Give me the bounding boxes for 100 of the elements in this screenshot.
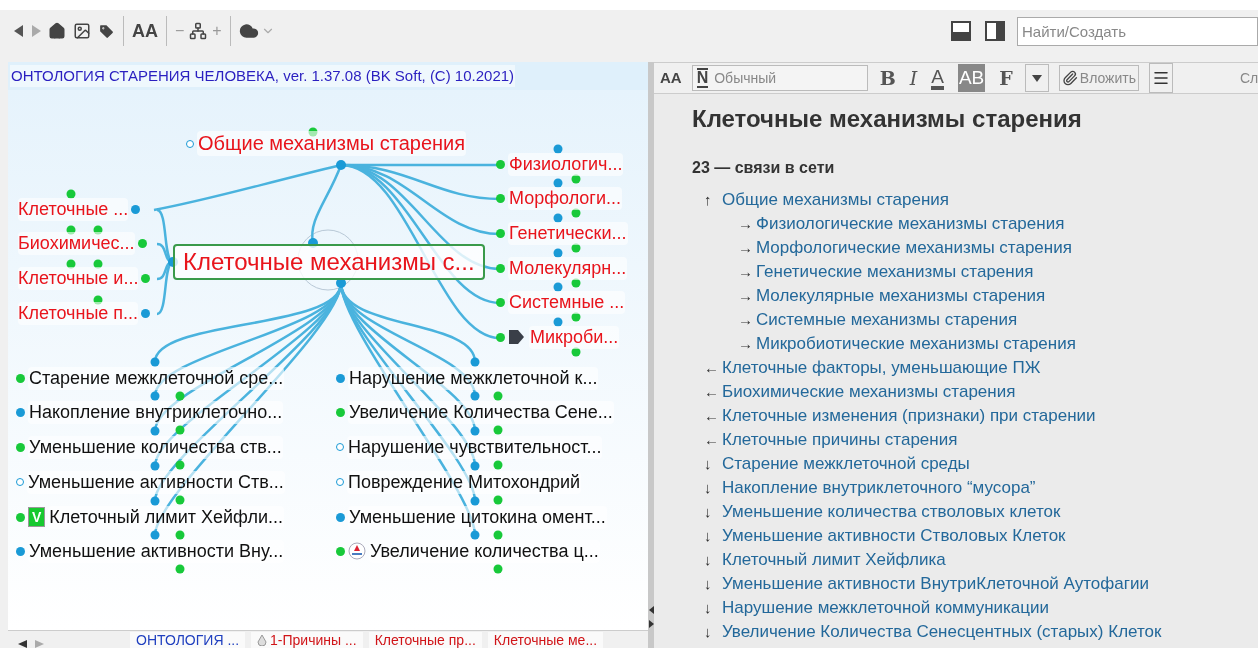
link-arrow: ← (704, 358, 714, 378)
related-link[interactable]: Клеточный лимит Хейфлика (722, 548, 946, 572)
link-arrow: ↓ (704, 574, 713, 594)
format-button[interactable]: B (879, 63, 896, 93)
node-bullet-icon (336, 546, 345, 556)
related-link[interactable]: Уменьшение активности Стволовых Клеток (722, 524, 1066, 548)
node-bullet-icon (336, 373, 345, 383)
node-bullet-icon (131, 204, 141, 214)
link-arrow: ↓ (704, 526, 713, 546)
related-link[interactable]: Физиологические механизмы старения (756, 212, 1065, 236)
link-arrow: ↓ (704, 502, 713, 522)
cloud-icon[interactable] (238, 21, 259, 41)
related-link[interactable]: Микробиотические механизмы старения (756, 332, 1076, 356)
map-node[interactable]: Биохимичес... (18, 232, 135, 255)
style-mark: N (696, 68, 709, 88)
related-link[interactable]: Молекулярные механизмы старения (756, 284, 1046, 308)
related-link[interactable]: Увеличение Количества Сенесцентных (старых) Клеток (722, 620, 1162, 644)
map-node[interactable]: Общие механизмы старения (197, 131, 467, 156)
link-arrow: → (738, 310, 748, 330)
map-node[interactable]: Морфологи... (508, 187, 622, 210)
link-arrow: ← (704, 430, 714, 450)
map-node[interactable]: Физиологич... (508, 153, 624, 176)
node-bullet-icon (496, 228, 505, 238)
node-bullet-icon (496, 332, 505, 342)
menu-icon (1152, 69, 1170, 87)
map-node[interactable]: Накопление внутриклеточно... (28, 401, 284, 424)
map-node[interactable]: Микроби... (529, 326, 620, 349)
format-button[interactable]: F (999, 63, 1013, 93)
map-node[interactable]: Уменьшение цитокина омент... (348, 506, 607, 529)
map-node[interactable]: Клеточные п... (18, 302, 139, 325)
related-link[interactable]: Уменьшение активности ВнутриКлеточной Аутофагии (722, 572, 1149, 596)
caret-icon (1031, 74, 1042, 82)
link-arrow: ↓ (704, 622, 713, 642)
attach-button[interactable]: Вложить (1058, 65, 1139, 91)
paperclip-icon (1061, 70, 1078, 86)
map-node[interactable]: Молекулярн... (508, 257, 628, 280)
related-link[interactable]: Старение межклеточной среды (722, 452, 970, 476)
links-heading: 23 — связи в сети (692, 158, 836, 178)
central-node[interactable]: Клеточные механизмы с... (173, 244, 485, 280)
dropdown-button[interactable] (1024, 64, 1049, 92)
map-node[interactable]: Клеточные и... (18, 267, 139, 290)
node-bullet-icon (16, 373, 25, 383)
link-arrow: ← (704, 382, 714, 402)
format-button[interactable]: I (909, 63, 918, 93)
related-link[interactable]: Нарушение межклеточной коммуникации (722, 596, 1050, 620)
node-bullet-icon (141, 308, 151, 318)
style-field[interactable]: N Обычный (691, 65, 868, 91)
map-title: ОНТОЛОГИЯ СТАРЕНИЯ ЧЕЛОВЕКА, ver. 1.37.08 (BK Soft, (C) 10.2021) (10, 64, 516, 88)
document-tab[interactable]: 1-Причины ... (251, 632, 363, 648)
related-link[interactable]: Уменьшение количества стволовых клеток (722, 500, 1061, 524)
note-heading: Клеточные механизмы старения (692, 104, 1083, 134)
related-link[interactable]: Накопление внутриклеточного “мусора” (722, 476, 1036, 500)
text-size-button[interactable]: AA (660, 66, 682, 90)
link-arrow: ↓ (704, 454, 713, 474)
map-node[interactable]: Старение межклеточной сре... (28, 367, 285, 390)
map-node[interactable]: Нарушение межклеточной к... (348, 367, 599, 390)
map-node[interactable]: Уменьшение активности Ств... (27, 471, 285, 494)
node-bullet-icon (16, 546, 25, 556)
format-button[interactable]: AB (957, 63, 986, 93)
back-icon[interactable] (14, 25, 24, 37)
link-arrow: ↓ (704, 598, 713, 618)
map-node[interactable]: Клеточные ... (18, 198, 129, 221)
map-node[interactable]: Повреждение Митохондрий (347, 471, 582, 494)
node-bullet-icon (496, 193, 505, 203)
map-node[interactable]: Увеличение Количества Сене... (348, 401, 614, 424)
node-bullet-icon (496, 263, 505, 273)
side-panel-icon[interactable] (985, 21, 1005, 41)
network-icon[interactable] (189, 22, 208, 40)
link-arrow: → (738, 214, 748, 234)
related-link[interactable]: Общие механизмы старения (722, 188, 949, 212)
map-node[interactable]: Уменьшение количества ств... (28, 436, 283, 459)
related-link[interactable]: Системные механизмы старения (756, 308, 1018, 332)
font-size-button[interactable]: AA (132, 17, 158, 45)
home-icon[interactable] (48, 22, 66, 40)
bottom-panel-icon[interactable] (951, 21, 971, 41)
version-badge: V (28, 507, 46, 528)
related-link[interactable]: Клеточные причины старения (722, 428, 958, 452)
link-arrow: ↑ (704, 190, 713, 210)
map-node[interactable]: Клеточный лимит Хейфли... (48, 506, 284, 529)
node-bullet-icon (496, 159, 505, 169)
search-field[interactable]: Найти/Создать (1017, 16, 1258, 46)
tag-icon[interactable] (98, 22, 115, 40)
related-link[interactable]: Биохимические механизмы старения (722, 380, 1016, 404)
image-icon[interactable] (73, 22, 91, 40)
related-link[interactable]: Генетические механизмы старения (756, 260, 1034, 284)
related-link[interactable]: Клеточные факторы, уменьшающие ПЖ (722, 356, 1041, 380)
tabs-back-icon[interactable] (18, 640, 28, 648)
node-bullet-icon (16, 512, 25, 522)
related-link[interactable]: Клеточные изменения (признаки) при старении (722, 404, 1096, 428)
menu-button[interactable] (1149, 63, 1173, 93)
format-button[interactable]: A (931, 66, 944, 90)
map-node[interactable]: Системные ... (508, 291, 626, 314)
map-node[interactable]: Нарушение чувствительност... (347, 436, 603, 459)
node-bullet-icon (496, 297, 505, 307)
link-arrow: ↓ (704, 478, 713, 498)
map-node[interactable]: Генетически... (508, 222, 628, 245)
link-arrow: → (738, 334, 748, 354)
style-value: Обычный (714, 68, 777, 88)
related-link[interactable]: Морфологические механизмы старения (756, 236, 1072, 260)
node-bullet-icon (186, 139, 194, 148)
